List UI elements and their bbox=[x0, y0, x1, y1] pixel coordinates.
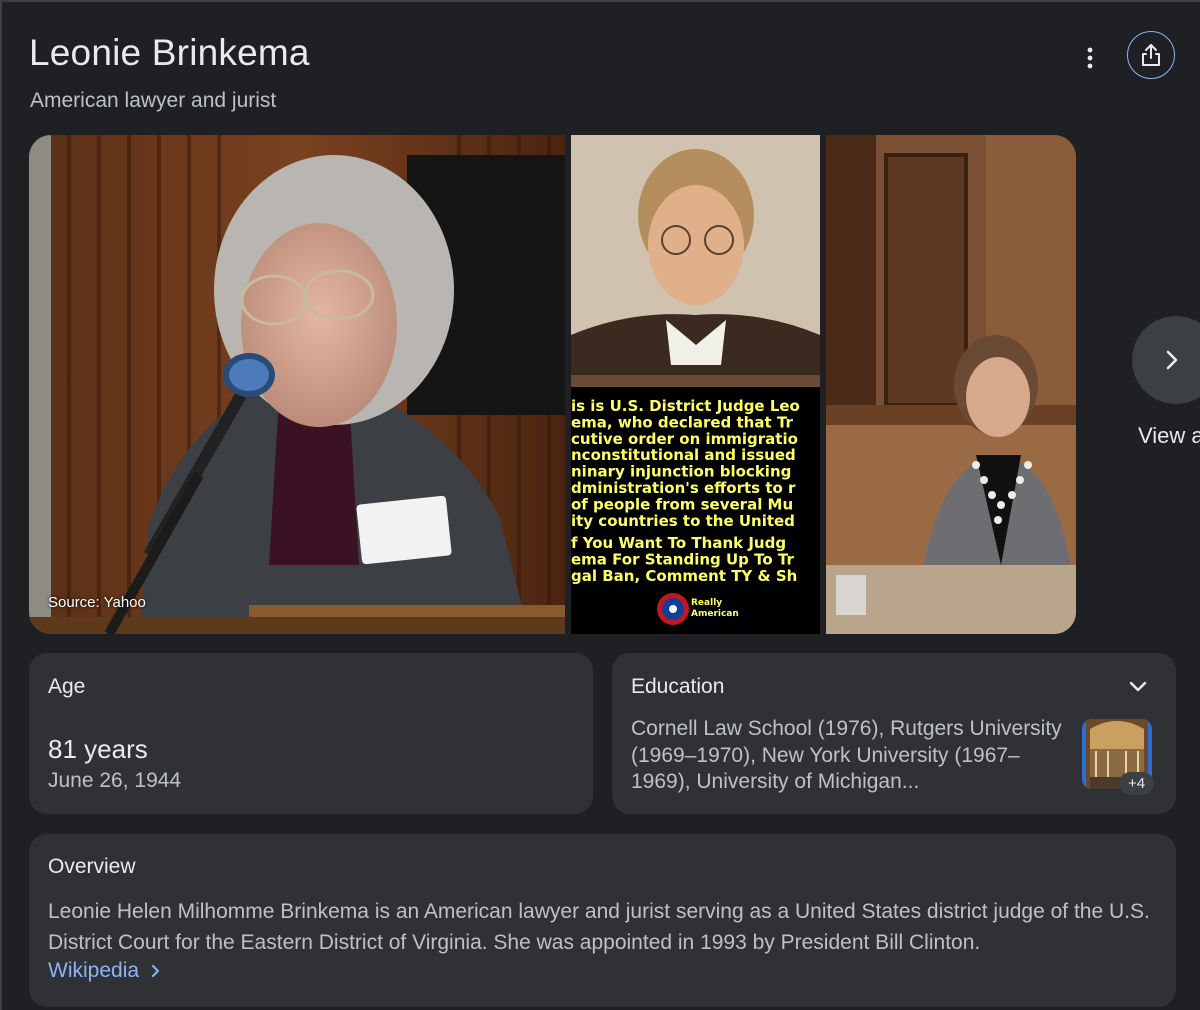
page-title: Leonie Brinkema bbox=[29, 32, 310, 73]
sketch-logo-line-2: American bbox=[691, 609, 739, 619]
chevron-down-icon[interactable] bbox=[1126, 675, 1150, 699]
birth-date: June 26, 1944 bbox=[48, 769, 182, 792]
sketch-caption-line: is is U.S. District Judge Leo bbox=[571, 397, 800, 415]
education-label: Education bbox=[631, 675, 725, 698]
chevron-right-icon bbox=[1166, 350, 1178, 370]
sketch-caption-line: dministration's efforts to r bbox=[571, 479, 796, 497]
age-label: Age bbox=[48, 675, 86, 698]
more-options-button[interactable] bbox=[1072, 40, 1108, 76]
sketch-logo-line-1: Really bbox=[691, 598, 722, 608]
more-images-badge: +4 bbox=[1119, 772, 1155, 795]
age-card: Age 81 years June 26, 1944 bbox=[29, 653, 593, 814]
overview-card: Overview Leonie Helen Milhomme Brinkema … bbox=[29, 834, 1176, 1007]
education-card[interactable]: Education Cornell Law School (1976), Rut… bbox=[612, 653, 1176, 814]
sketch-caption-line: cutive order on immigratio bbox=[571, 430, 798, 448]
photo-judge-seated[interactable] bbox=[826, 135, 1076, 634]
sketch-caption-line: ema, who declared that Tr bbox=[571, 413, 793, 431]
education-text: Cornell Law School (1976), Rutgers Unive… bbox=[631, 717, 1062, 793]
image-gallery: Source: Yahoo is is U.S. District Judge … bbox=[29, 135, 1076, 634]
more-vert-icon bbox=[1087, 47, 1093, 69]
sketch-caption-line: ninary injunction blocking bbox=[571, 463, 791, 481]
sketch-caption-line: ema For Standing Up To Tr bbox=[571, 551, 794, 569]
photo-judge-speaking[interactable]: Source: Yahoo bbox=[29, 135, 565, 634]
page-subtitle: American lawyer and jurist bbox=[30, 89, 277, 112]
wikipedia-link[interactable]: Wikipedia bbox=[48, 959, 160, 983]
age-value: 81 years bbox=[48, 734, 148, 764]
view-all-link[interactable]: View a bbox=[1138, 423, 1200, 449]
wikipedia-link-label: Wikipedia bbox=[48, 959, 140, 982]
share-icon bbox=[1142, 44, 1160, 66]
sketch-caption-line: nconstitutional and issued bbox=[571, 446, 796, 464]
overview-label: Overview bbox=[48, 855, 136, 878]
overview-text: Leonie Helen Milhomme Brinkema is an Ame… bbox=[48, 900, 1150, 954]
sketch-caption-line: f You Want To Thank Judg bbox=[571, 534, 786, 552]
chevron-right-icon bbox=[151, 965, 159, 978]
knowledge-panel: Leonie Brinkema American lawyer and juri… bbox=[0, 0, 1200, 1010]
gallery-next-button[interactable] bbox=[1132, 316, 1200, 404]
sketch-caption-line: ity countries to the United bbox=[571, 512, 795, 530]
image-source-label: Source: Yahoo bbox=[48, 594, 146, 611]
photo-court-sketch[interactable]: is is U.S. District Judge Leo ema, who de… bbox=[571, 135, 820, 634]
share-button[interactable] bbox=[1127, 31, 1175, 79]
sketch-caption-line: gal Ban, Comment TY & Sh bbox=[571, 567, 797, 585]
sketch-caption-line: of people from several Mu bbox=[571, 495, 793, 513]
